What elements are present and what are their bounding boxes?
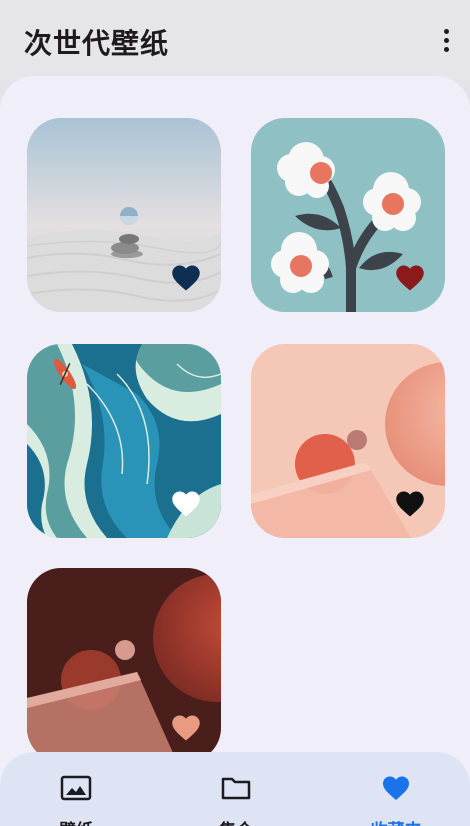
favorite-heart-icon[interactable] bbox=[171, 714, 201, 742]
wallpaper-tile-peach[interactable] bbox=[251, 344, 445, 538]
favorite-heart-icon[interactable] bbox=[395, 490, 425, 518]
bottom-nav: 壁纸 集合 收藏夹 bbox=[0, 752, 470, 826]
wallpaper-tile-desert[interactable] bbox=[27, 118, 221, 312]
favorite-heart-icon[interactable] bbox=[395, 264, 425, 292]
wallpaper-tile-dark[interactable] bbox=[27, 568, 221, 762]
nav-item-wallpapers[interactable]: 壁纸 bbox=[21, 774, 131, 826]
nav-item-collections[interactable]: 集合 bbox=[181, 774, 291, 826]
favorite-heart-icon[interactable] bbox=[171, 490, 201, 518]
favorite-heart-icon[interactable] bbox=[171, 264, 201, 292]
nav-item-favorites[interactable]: 收藏夹 bbox=[341, 774, 451, 826]
folder-icon bbox=[221, 777, 251, 800]
nav-label: 壁纸 bbox=[59, 816, 93, 826]
image-icon bbox=[60, 775, 92, 801]
nav-label: 收藏夹 bbox=[371, 816, 422, 826]
app-bar: 次世代壁纸 bbox=[0, 0, 470, 80]
app-title: 次世代壁纸 bbox=[24, 27, 170, 60]
heart-icon bbox=[383, 776, 409, 800]
wallpaper-tile-flowers[interactable] bbox=[251, 118, 445, 312]
more-vert-icon[interactable] bbox=[432, 26, 460, 54]
favorites-grid bbox=[0, 76, 470, 826]
nav-label: 集合 bbox=[219, 816, 253, 826]
wallpaper-tile-kayak[interactable] bbox=[27, 344, 221, 538]
